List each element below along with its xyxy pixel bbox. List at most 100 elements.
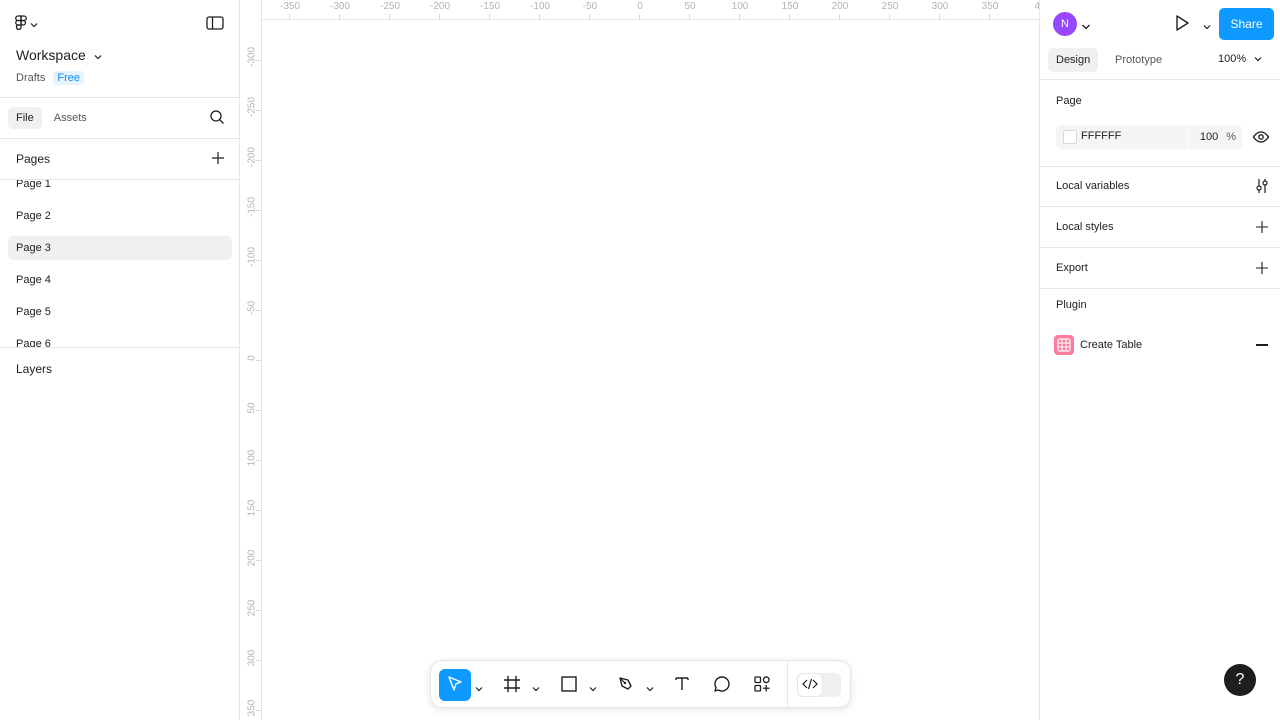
pen-tool-caret[interactable]: [646, 681, 654, 692]
share-button[interactable]: Share: [1219, 8, 1274, 40]
main-menu-button[interactable]: [14, 12, 48, 36]
tab-design[interactable]: Design: [1048, 48, 1099, 72]
page-color-hex[interactable]: FFFFFF: [1081, 130, 1121, 142]
properties-panel: N Share Design Prototype 100% Page FFFFF…: [1039, 0, 1280, 720]
dev-mode-toggle[interactable]: [797, 673, 841, 697]
page-label: Page 6: [16, 338, 51, 348]
pages-header: Pages: [0, 139, 239, 180]
tab-file[interactable]: File: [8, 107, 42, 129]
file-header: Workspace Drafts Free: [0, 0, 239, 98]
plugin-item[interactable]: Create Table: [1054, 335, 1270, 355]
right-tabs: Design Prototype 100%: [1040, 48, 1280, 80]
page-item-6[interactable]: Page 6: [8, 332, 232, 348]
page-item-5[interactable]: Page 5: [8, 300, 232, 324]
chevron-down-icon: [30, 17, 38, 31]
avatar[interactable]: N: [1053, 12, 1077, 36]
search-icon[interactable]: [209, 109, 227, 127]
page-label: Page 3: [16, 242, 51, 254]
ruler-tick: [256, 360, 261, 361]
add-style-button[interactable]: [1254, 219, 1270, 235]
move-tool-button[interactable]: [439, 669, 471, 701]
remove-plugin-button[interactable]: [1256, 344, 1268, 346]
page-opacity-field[interactable]: 100 %: [1187, 125, 1242, 149]
ruler-tick-label: -50: [582, 1, 598, 12]
pen-icon: [617, 675, 635, 696]
ruler-tick: [889, 14, 890, 19]
ruler-tick-label: 200: [831, 1, 849, 12]
eye-icon[interactable]: [1252, 129, 1270, 145]
shape-tool-button[interactable]: [553, 669, 585, 701]
page-section-title: Page: [1056, 95, 1082, 107]
ruler-tick-label: 200: [246, 549, 258, 567]
present-options-caret[interactable]: [1202, 20, 1212, 30]
toggle-sidebar-button[interactable]: [204, 14, 226, 34]
pen-tool-button[interactable]: [610, 669, 642, 701]
ruler-tick-label: -100: [246, 246, 258, 267]
pages-label: Pages: [16, 152, 51, 166]
ruler-tick-label: -150: [479, 1, 501, 12]
horizontal-ruler: -350 -300 -250 -200 -150 -100 -50 0 50 100 150 200 2…: [262, 0, 1039, 20]
ruler-tick: [256, 210, 261, 211]
plus-icon: [1254, 221, 1270, 238]
local-styles-label: Local styles: [1056, 221, 1114, 233]
ruler-tick: [339, 14, 340, 19]
ruler-tick: [256, 110, 261, 111]
ruler-tick: [839, 14, 840, 19]
opacity-unit: %: [1226, 131, 1236, 143]
local-variables-label: Local variables: [1056, 180, 1130, 192]
tab-assets[interactable]: Assets: [46, 107, 95, 129]
color-swatch[interactable]: [1063, 130, 1077, 144]
text-tool-button[interactable]: [666, 669, 698, 701]
chevron-down-icon[interactable]: [1081, 20, 1091, 30]
workspace-title[interactable]: Workspace: [16, 47, 102, 63]
page-item-4[interactable]: Page 4: [8, 268, 232, 292]
frame-tool-caret[interactable]: [532, 681, 540, 692]
zoom-control[interactable]: 100%: [1218, 53, 1262, 65]
plan-badge: Free: [53, 71, 84, 85]
play-icon: [1174, 15, 1190, 35]
ruler-tick-label: 50: [684, 1, 696, 12]
comment-tool-button[interactable]: [706, 669, 738, 701]
canvas[interactable]: -350 -300 -250 -200 -150 -100 -50 0 50 100 150 200 2…: [241, 0, 1039, 720]
page-color-field[interactable]: FFFFFF 100 %: [1056, 125, 1242, 149]
ruler-tick: [256, 660, 261, 661]
help-button[interactable]: ?: [1224, 664, 1256, 696]
pages-list: Page 1 Page 2 Page 3 Page 4 Page 5 Page …: [0, 180, 239, 348]
cursor-icon: [446, 675, 464, 696]
variables-settings-icon[interactable]: [1254, 178, 1270, 194]
page-label: Page 2: [16, 210, 51, 222]
page-item-3[interactable]: Page 3: [8, 236, 232, 260]
add-page-button[interactable]: [211, 151, 225, 165]
add-export-button[interactable]: [1254, 260, 1270, 276]
plus-icon: [1254, 262, 1270, 279]
frame-tool-button[interactable]: [496, 669, 528, 701]
page-item-2[interactable]: Page 2: [8, 204, 232, 228]
actions-tool-button[interactable]: [746, 669, 778, 701]
ruler-tick-label: 150: [246, 499, 258, 517]
plugin-name: Create Table: [1080, 339, 1143, 351]
tab-prototype[interactable]: Prototype: [1107, 48, 1170, 72]
ruler-tick: [489, 14, 490, 19]
ruler-tick: [539, 14, 540, 19]
move-tool-caret[interactable]: [475, 681, 483, 692]
sidebar-icon: [206, 15, 224, 33]
ruler-tick: [389, 14, 390, 19]
shape-tool-caret[interactable]: [589, 681, 597, 692]
chevron-down-icon: [1254, 53, 1262, 65]
workspace-title-text: Workspace: [16, 47, 86, 63]
page-item-1[interactable]: Page 1: [8, 180, 232, 196]
left-tabs: File Assets: [0, 98, 239, 139]
ruler-tick: [639, 14, 640, 19]
export-label: Export: [1056, 262, 1088, 274]
present-button[interactable]: [1174, 14, 1192, 34]
ruler-tick: [256, 60, 261, 61]
ruler-tick: [689, 14, 690, 19]
workspace-subtitle: Drafts Free: [16, 71, 84, 85]
ruler-tick-label: 100: [246, 449, 258, 467]
ruler-tick-label: 350: [246, 699, 258, 717]
page-label: Page 5: [16, 306, 51, 318]
drafts-link[interactable]: Drafts: [16, 72, 45, 84]
layers-label: Layers: [16, 362, 53, 376]
page-label: Page 4: [16, 274, 51, 286]
ruler-tick-label: 100: [731, 1, 749, 12]
